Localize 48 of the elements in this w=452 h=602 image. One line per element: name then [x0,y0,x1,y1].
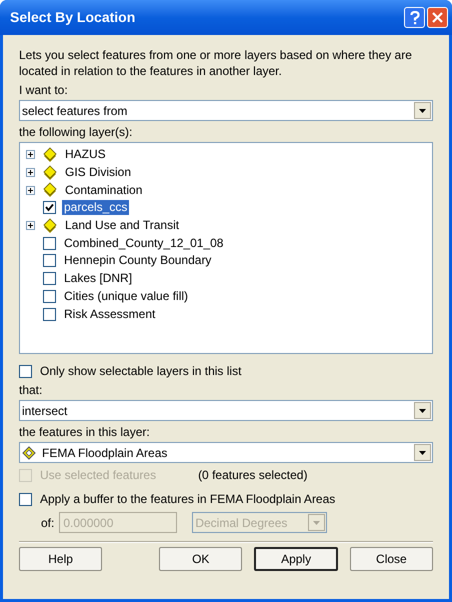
checkbox[interactable] [43,290,56,303]
layer-item[interactable]: Contamination [63,182,144,198]
field-label: the features in this layer: [19,425,151,440]
help-button[interactable] [404,7,425,28]
field-label: of: [41,514,54,532]
dialog-button[interactable]: Close [350,547,433,571]
dialog-button[interactable]: Help [19,547,102,571]
layer-diamond-icon [22,446,36,460]
dialog-button[interactable]: Apply [254,547,338,571]
selection-count-text: (0 features selected) [198,467,308,484]
dropdown-field[interactable]: select features from [19,100,433,121]
close-button[interactable] [427,7,448,28]
layer-item[interactable]: Cities (unique value fill) [62,288,190,304]
checkbox[interactable] [43,308,56,321]
checkbox[interactable] [43,236,56,250]
checkbox[interactable] [43,201,56,214]
checkbox-label: Apply a buffer to the features in FEMA Floodplain Areas [40,491,336,508]
checkbox[interactable] [43,272,56,286]
expand-icon[interactable] [26,186,35,195]
layer-group-icon [43,164,57,181]
dropdown-field[interactable]: intersect [19,400,433,421]
window-title: Select By Location [10,8,136,27]
layer-group-icon [43,146,57,163]
field-label: I want to: [19,83,69,98]
layer-item[interactable]: parcels_ccs [62,200,130,216]
expand-icon[interactable] [26,150,35,160]
checkbox-label: Only show selectable layers in this list [40,363,242,380]
checkbox[interactable] [43,254,56,268]
expand-icon[interactable] [26,168,35,178]
question-mark-icon [410,10,420,24]
layer-item[interactable]: HAZUS [63,147,108,162]
layer-item[interactable]: Risk Assessment [62,306,158,322]
layer-item[interactable]: Land Use and Transit [63,218,182,234]
expand-icon[interactable] [26,221,35,230]
checkbox[interactable] [19,364,32,378]
layer-group-icon [43,218,57,234]
checkbox-label: Use selected features [40,467,156,484]
layer-group-icon [43,182,57,198]
layer-item[interactable]: Lakes [DNR] [62,271,134,286]
close-icon [432,12,443,23]
layer-item[interactable]: GIS Division [63,165,134,180]
field-label: the following layer(s): [19,125,134,140]
layer-item[interactable]: Combined_County_12_01_08 [62,236,226,251]
dialog-button[interactable]: OK [159,547,242,571]
layer-item[interactable]: Hennepin County Boundary [62,253,214,268]
field-label: that: [19,383,44,398]
description-text: Lets you select features from one or more layers based on where they are located in relation to the features in another layer. [19,47,413,79]
dropdown-field[interactable]: FEMA Floodplain Areas [19,442,433,463]
